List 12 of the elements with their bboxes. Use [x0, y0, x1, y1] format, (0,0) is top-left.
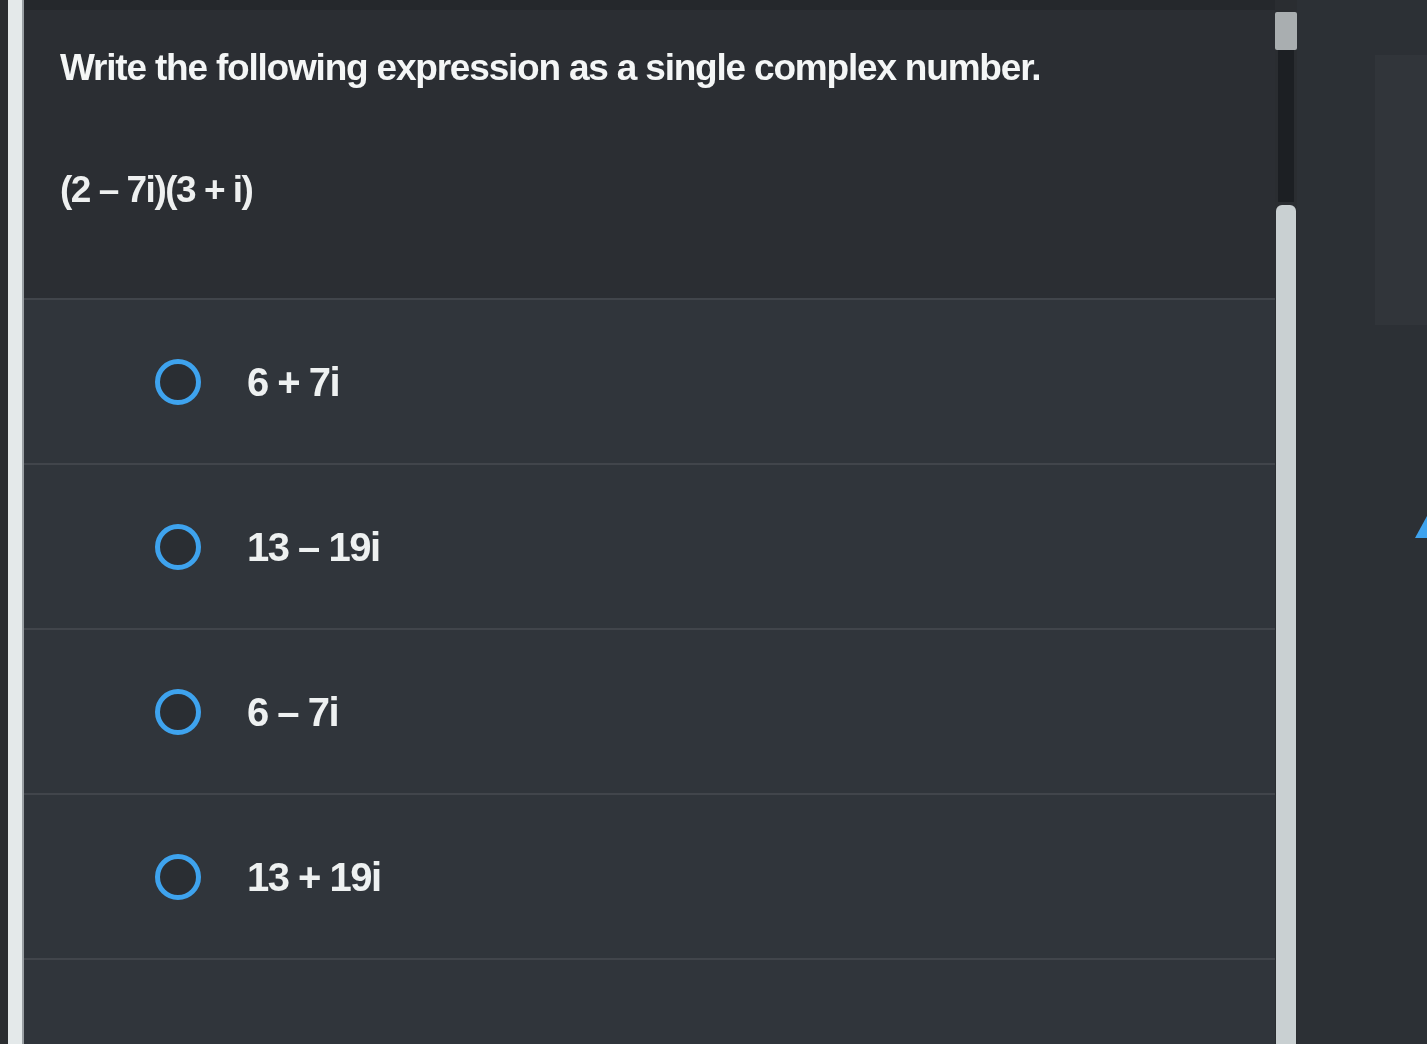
- question-prompt: Write the following expression as a single complex number.: [60, 46, 1041, 90]
- answer-choice: 13 – 19i: [247, 523, 380, 571]
- radio-button[interactable]: [155, 523, 201, 570]
- radio-button[interactable]: [155, 688, 201, 735]
- answer-choice: 6 + 7i: [247, 358, 340, 406]
- answer-choice: 13 + 19i: [247, 853, 381, 901]
- math-expression: (2 – 7i)(3 + i): [60, 168, 253, 212]
- scrollbar[interactable]: [1275, 0, 1297, 1044]
- answer-choice: 6 – 7i: [247, 688, 339, 736]
- radio-button[interactable]: [155, 853, 201, 900]
- radio-button[interactable]: [155, 358, 201, 405]
- triangle-icon: [1415, 516, 1427, 538]
